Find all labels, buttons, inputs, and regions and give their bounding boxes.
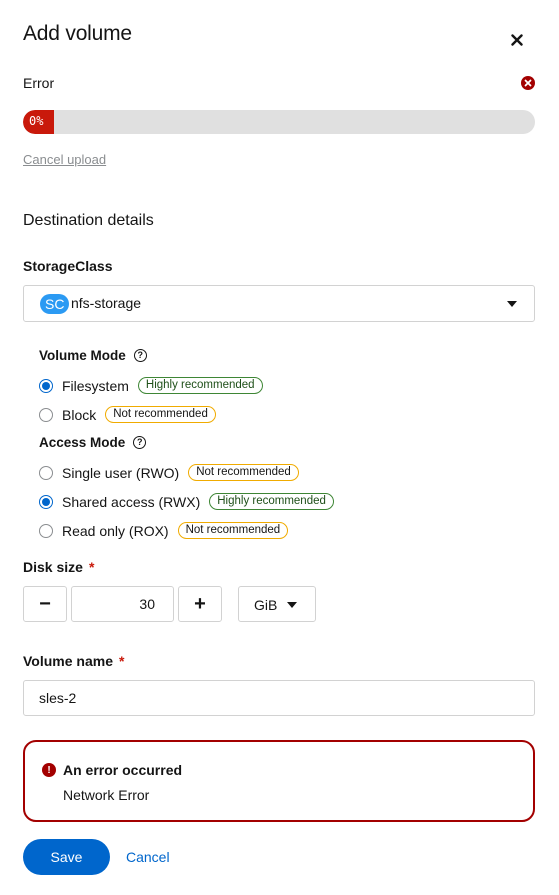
error-circle-icon — [521, 76, 535, 90]
disk-size-input[interactable]: 30 — [71, 586, 174, 622]
modal-title: Add volume — [23, 22, 132, 45]
caret-down-icon — [507, 301, 517, 307]
volume-mode-text: Volume Mode — [39, 348, 126, 363]
upload-progress-bar: 0% — [23, 110, 535, 134]
radio-rwo[interactable]: Single user (RWO) Not recommended — [39, 464, 299, 481]
radio-block[interactable]: Block Not recommended — [39, 406, 216, 423]
progress-label: 0% — [29, 114, 44, 128]
storageclass-label: StorageClass — [23, 258, 113, 274]
disk-unit-select[interactable]: GiB — [238, 586, 316, 622]
help-icon[interactable]: ? — [133, 436, 147, 449]
recommendation-badge: Highly recommended — [209, 493, 334, 510]
recommendation-badge: Highly recommended — [137, 377, 263, 394]
recommendation-badge: Not recommended — [188, 464, 299, 481]
access-mode-text: Access Mode — [39, 435, 126, 450]
decrement-button[interactable]: − — [23, 586, 67, 622]
cancel-button[interactable]: Cancel — [126, 849, 170, 865]
radio-button[interactable] — [39, 378, 53, 393]
volume-name-text: Volume name — [23, 653, 113, 669]
access-mode-label: Access Mode ? — [39, 435, 147, 450]
radio-button[interactable] — [39, 523, 53, 538]
storageclass-value: nfs-storage — [71, 295, 142, 311]
error-alert: ! An error occurred Network Error — [23, 740, 535, 822]
close-button[interactable] — [505, 28, 529, 52]
storageclass-select[interactable]: SC nfs-storage — [23, 285, 535, 322]
radio-label: Filesystem — [62, 377, 129, 394]
radio-button[interactable] — [39, 407, 53, 422]
upload-status: Error — [23, 75, 55, 91]
help-icon[interactable]: ? — [133, 349, 147, 362]
required-asterisk: * — [119, 653, 125, 669]
close-icon — [511, 34, 523, 46]
volume-mode-label: Volume Mode ? — [39, 348, 147, 363]
cancel-upload-link[interactable]: Cancel upload — [23, 152, 106, 167]
radio-rox[interactable]: Read only (ROX) Not recommended — [39, 522, 289, 539]
radio-label: Block — [62, 406, 97, 423]
add-volume-modal: Add volume Error 0% Cancel upload Destin… — [0, 0, 559, 895]
sc-badge: SC — [40, 294, 70, 314]
disk-unit-value: GiB — [254, 597, 278, 613]
increment-button[interactable]: + — [178, 586, 222, 622]
volume-name-input[interactable]: sles-2 — [23, 680, 535, 716]
radio-filesystem[interactable]: Filesystem Highly recommended — [39, 377, 263, 394]
alert-title: An error occurred — [63, 762, 183, 778]
recommendation-badge: Not recommended — [105, 406, 216, 423]
radio-label: Single user (RWO) — [62, 464, 180, 481]
save-button[interactable]: Save — [23, 839, 110, 875]
caret-down-icon — [287, 602, 297, 608]
disk-size-text: Disk size — [23, 559, 83, 575]
radio-rwx[interactable]: Shared access (RWX) Highly recommended — [39, 493, 334, 510]
radio-label: Shared access (RWX) — [62, 493, 201, 510]
destination-details-heading: Destination details — [23, 212, 154, 229]
required-asterisk: * — [88, 559, 95, 575]
disk-size-label: Disk size * — [23, 559, 94, 575]
radio-button[interactable] — [39, 465, 53, 480]
radio-button[interactable] — [39, 494, 53, 509]
volume-name-label: Volume name * — [23, 653, 124, 669]
exclamation-circle-icon: ! — [42, 763, 56, 777]
recommendation-badge: Not recommended — [177, 522, 289, 539]
alert-body: Network Error — [63, 787, 150, 803]
radio-label: Read only (ROX) — [62, 522, 169, 539]
